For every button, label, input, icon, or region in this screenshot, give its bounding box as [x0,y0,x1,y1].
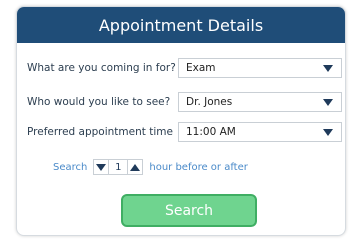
search-range-stepper: Search 1 hour before or after [53,158,248,176]
chevron-down-icon [323,128,333,136]
reason-row: What are you coming in for? Exam [27,58,343,78]
provider-row: Who would you like to see? Dr. Jones [27,92,343,112]
triangle-down-icon [96,163,107,171]
increment-button[interactable] [127,159,144,175]
time-select[interactable]: 11:00 AM [178,122,342,142]
search-range-value[interactable]: 1 [109,159,128,175]
card-header: Appointment Details [17,7,345,43]
time-row: Preferred appointment time 11:00 AM [27,122,343,142]
decrement-button[interactable] [93,159,110,175]
search-range-prefix: Search [53,161,88,173]
provider-value: Dr. Jones [186,96,233,108]
triangle-up-icon [130,163,141,171]
reason-value: Exam [186,62,216,74]
time-value: 11:00 AM [186,126,236,138]
reason-label: What are you coming in for? [27,62,176,74]
chevron-down-icon [323,64,333,72]
search-range-suffix: hour before or after [149,161,248,173]
appointment-card: Appointment Details What are you coming … [16,6,346,236]
search-button[interactable]: Search [121,194,257,227]
reason-select[interactable]: Exam [178,58,342,78]
chevron-down-icon [323,98,333,106]
card-title: Appointment Details [98,15,264,35]
provider-label: Who would you like to see? [27,96,171,108]
time-label: Preferred appointment time [27,126,173,138]
provider-select[interactable]: Dr. Jones [178,92,342,112]
